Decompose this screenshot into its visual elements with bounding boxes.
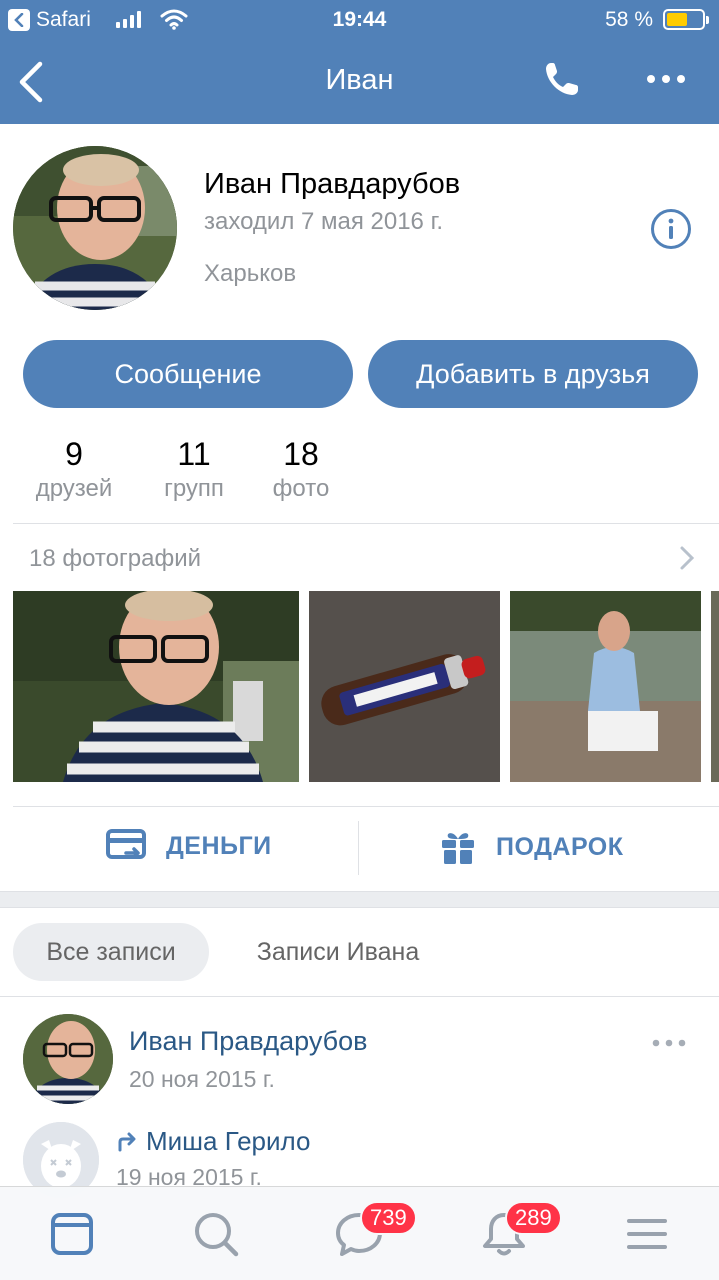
photo-thumbnail[interactable] xyxy=(309,591,500,782)
profile-avatar[interactable] xyxy=(13,146,177,310)
add-friend-button[interactable]: Добавить в друзья xyxy=(368,340,698,408)
last-seen: заходил 7 мая 2016 г. xyxy=(204,208,444,235)
repost-arrow-icon xyxy=(118,1132,136,1151)
counter-groups-label: групп xyxy=(164,475,224,502)
actions-row: ДЕНЬГИ ПОДАРОК xyxy=(0,807,719,891)
top-header: Safari 19:44 58 % Иван xyxy=(0,0,719,124)
tab-all-posts[interactable]: Все записи xyxy=(13,923,209,981)
phone-icon[interactable] xyxy=(543,60,581,98)
tab-own-posts[interactable]: Записи Ивана xyxy=(228,923,448,981)
news-feed-icon[interactable] xyxy=(47,1209,97,1259)
battery-icon xyxy=(663,9,709,30)
money-label: ДЕНЬГИ xyxy=(166,831,272,860)
divider xyxy=(358,821,359,875)
nav-bar: Иван xyxy=(0,40,719,124)
wall-tabs: Все записи Записи Ивана xyxy=(0,923,719,981)
divider xyxy=(0,996,719,997)
counter-friends-value: 9 xyxy=(65,436,83,472)
divider xyxy=(13,523,719,524)
messages-tab[interactable]: 739 xyxy=(334,1201,417,1259)
page-title: Иван xyxy=(325,64,394,96)
counter-friends[interactable]: 9 друзей xyxy=(29,436,119,503)
photo-thumbnail[interactable] xyxy=(13,591,299,782)
section-separator xyxy=(0,891,719,908)
repost-author-name: Миша Герило xyxy=(146,1126,311,1156)
counter-friends-label: друзей xyxy=(35,475,113,502)
gift-button[interactable]: ПОДАРОК xyxy=(440,829,624,865)
counter-groups[interactable]: 11 групп xyxy=(154,436,234,503)
post-date: 20 ноя 2015 г. xyxy=(129,1066,275,1092)
gift-icon xyxy=(442,833,474,864)
messages-badge: 739 xyxy=(360,1201,417,1235)
post-author[interactable]: Иван Правдарубов xyxy=(129,1026,367,1057)
message-button[interactable]: Сообщение xyxy=(23,340,353,408)
counter-groups-value: 11 xyxy=(177,436,211,472)
repost-author-link[interactable]: Миша Герило xyxy=(116,1126,310,1157)
counter-photos-label: фото xyxy=(272,475,330,502)
notifications-tab[interactable]: 289 xyxy=(479,1201,562,1259)
notifications-badge: 289 xyxy=(505,1201,562,1235)
money-button[interactable]: ДЕНЬГИ xyxy=(106,829,272,863)
photos-header[interactable]: 18 фотографий xyxy=(29,545,201,573)
menu-icon[interactable] xyxy=(622,1209,672,1259)
status-bar: Safari 19:44 58 % xyxy=(0,0,719,40)
photo-thumbnail[interactable] xyxy=(510,591,701,782)
money-card-icon xyxy=(106,829,146,859)
bottom-tab-bar: 739 289 xyxy=(0,1186,719,1280)
photo-thumbnail[interactable] xyxy=(711,591,719,782)
more-icon[interactable] xyxy=(646,74,686,84)
counter-photos-value: 18 xyxy=(283,436,319,472)
info-icon[interactable] xyxy=(650,208,692,250)
chevron-right-icon[interactable] xyxy=(676,545,698,571)
profile-city: Харьков xyxy=(204,260,297,287)
gift-label: ПОДАРОК xyxy=(496,832,624,861)
battery-percent: 58 % xyxy=(605,8,653,31)
post-author-avatar[interactable] xyxy=(23,1014,113,1104)
counter-photos[interactable]: 18 фото xyxy=(266,436,336,503)
post-more-icon[interactable] xyxy=(652,1038,686,1048)
search-icon[interactable] xyxy=(191,1209,241,1259)
profile-name: Иван Правдарубов xyxy=(204,168,461,200)
